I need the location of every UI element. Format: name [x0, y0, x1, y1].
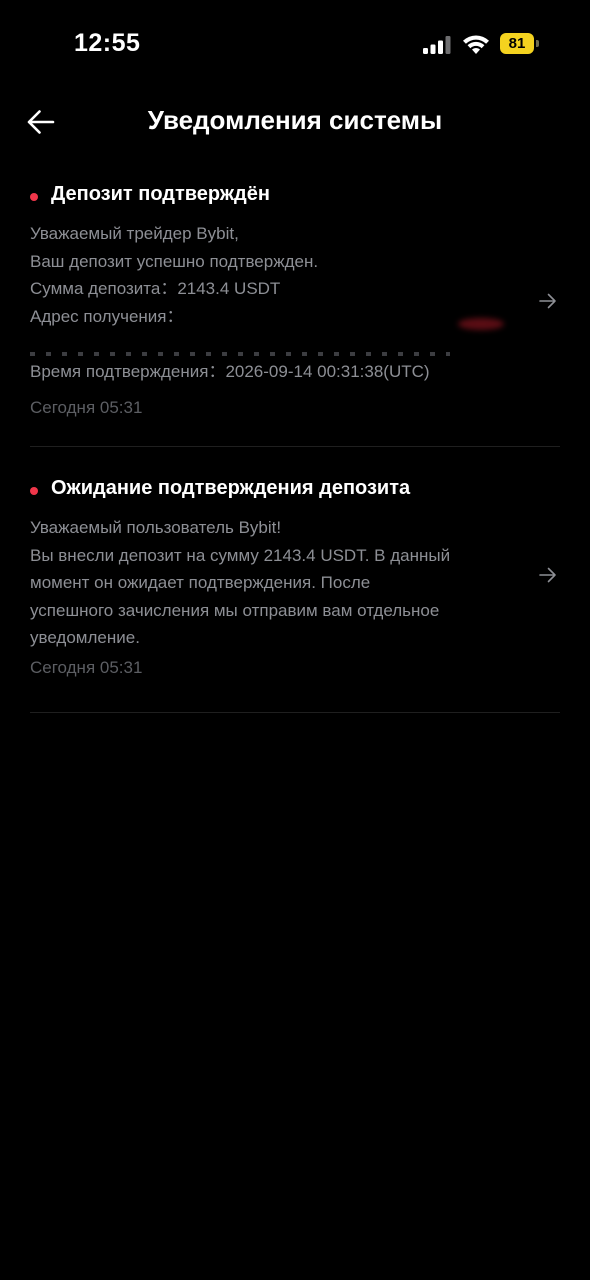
unread-dot — [30, 487, 38, 495]
notification-body: Уважаемый трейдер Bybit, Ваш депозит усп… — [30, 220, 520, 385]
notification-body-line: Вы внесли депозит на сумму 2143.4 USDT. … — [30, 545, 451, 565]
confirmation-time-line: Время подтверждения：2026-09-14 00:31:38(… — [30, 361, 430, 381]
status-time: 12:55 — [74, 29, 141, 57]
notification-body-line: успешного зачисления мы отправим вам отд… — [30, 600, 440, 620]
battery-level: 81 — [500, 33, 534, 54]
battery-tip — [536, 40, 539, 47]
notification-body-line: Сумма депозита：2143.4 USDT — [30, 279, 281, 298]
notification-time: Сегодня 05:31 — [30, 398, 143, 417]
arrow-right-icon — [539, 567, 556, 583]
notification-header: Ожидание подтверждения депозита — [30, 472, 550, 506]
notification-title: Ожидание подтверждения депозита — [51, 477, 411, 499]
notification-body: Уважаемый пользователь Bybit! Вы внесли … — [30, 514, 520, 652]
notification-item[interactable]: Депозит подтверждён Уважаемый трейдер By… — [30, 178, 560, 447]
notification-time: Сегодня 05:31 — [30, 658, 143, 677]
notification-title: Депозит подтверждён — [51, 183, 270, 205]
page-title: Уведомления системы — [147, 105, 443, 135]
notification-body-line: уведомление. — [30, 628, 140, 647]
notification-body-line: Адрес получения： — [30, 306, 184, 326]
arrow-right-icon — [539, 293, 556, 309]
redacted-address — [30, 330, 520, 358]
notification-body-line: Ваш депозит успешно подтвержден. — [30, 251, 319, 271]
cellular-signal-icon — [423, 36, 451, 54]
unread-dot — [30, 193, 38, 201]
battery-icon: 81 — [500, 33, 540, 54]
redaction-mark — [458, 318, 504, 330]
notification-body-line: Уважаемый пользователь Bybit! — [30, 518, 282, 537]
notification-item[interactable]: Ожидание подтверждения депозита Уважаемы… — [30, 472, 560, 713]
wifi-icon — [463, 35, 489, 54]
notification-body-line: момент он ожидает подтверждения. После — [30, 573, 371, 592]
notification-body-line: Уважаемый трейдер Bybit, — [30, 224, 239, 243]
nav-bar: Уведомления системы — [0, 94, 590, 150]
notification-header: Депозит подтверждён — [30, 178, 550, 212]
status-bar: 12:55 81 — [0, 0, 590, 88]
